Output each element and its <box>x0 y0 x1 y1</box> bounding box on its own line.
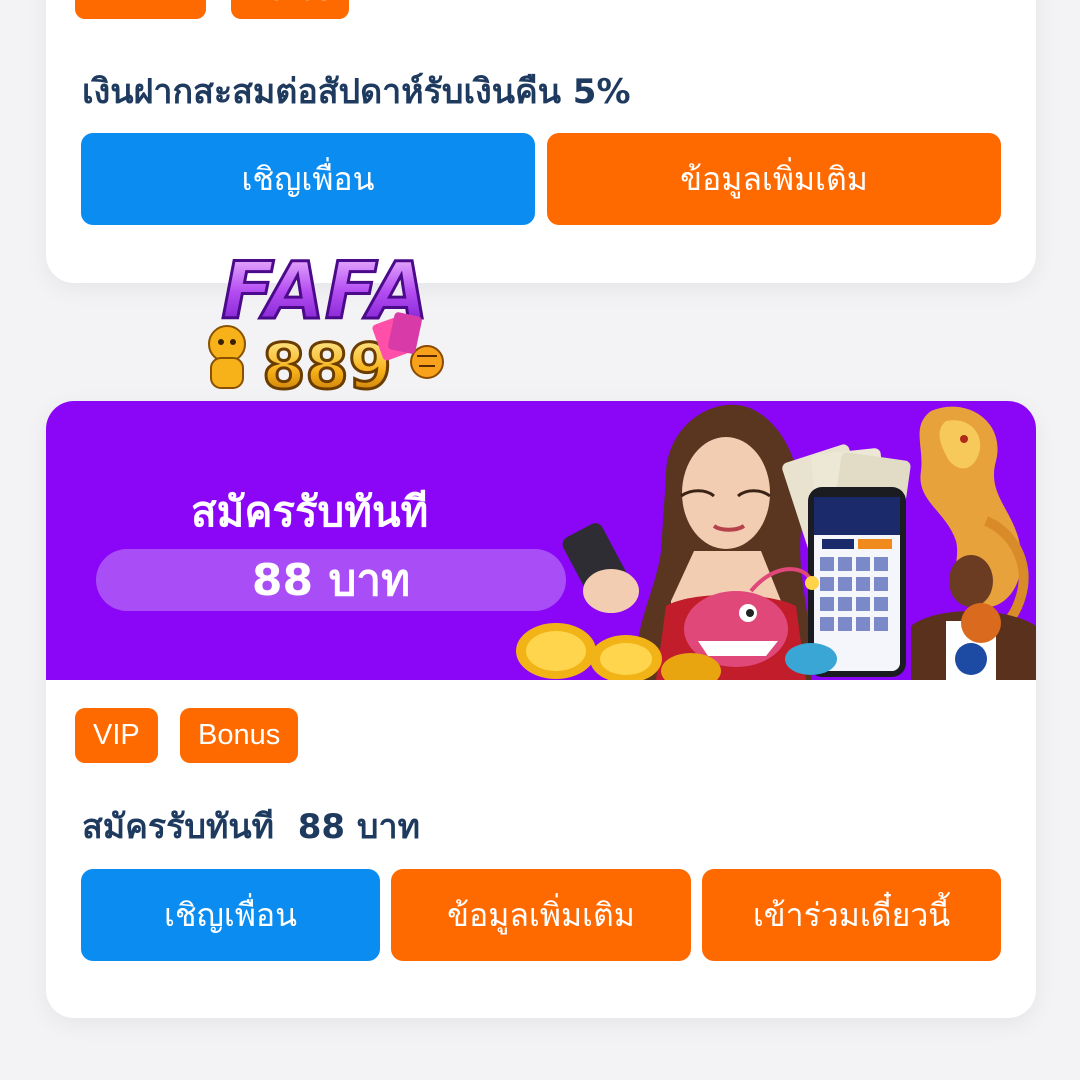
phone-in-hand-illustration <box>562 523 639 613</box>
invite-friend-button[interactable]: เชิญเพื่อน <box>81 133 535 225</box>
banner-amount: 88 บาท <box>251 555 411 606</box>
promo-banner[interactable]: สมัครรับทันที 88 บาท <box>46 401 1036 680</box>
invite-friend-button[interactable]: เชิญเพื่อน <box>81 869 380 961</box>
tiger-icon <box>410 345 444 379</box>
more-info-button[interactable]: ข้อมูลเพิ่มเติม <box>547 133 1001 225</box>
tag-bonus: Bonus <box>180 708 299 763</box>
promo-card-signup-bonus: สมัครรับทันที 88 บาท VIP Bonus สมัครรับท… <box>46 401 1036 1018</box>
logo-text-889: 889 <box>262 330 391 400</box>
join-now-button[interactable]: เข้าร่วมเดี๋ยวนี้ <box>702 869 1001 961</box>
fafa889-logo: FAFA 889 <box>208 246 444 400</box>
tag-deposit: เงินฝาก <box>75 0 206 19</box>
small-fish-illustration <box>785 643 837 675</box>
promo-title: เงินฝากสะสมต่อสัปดาห์รับเงินคืน 5% <box>82 72 631 112</box>
banner-headline: สมัครรับทันที <box>191 487 429 536</box>
lucky-cat-icon <box>208 325 246 389</box>
promo-title: สมัครรับทันที 88 บาท <box>82 807 420 847</box>
banner-illustration <box>516 404 1036 680</box>
banner-amount-pill: 88 บาท <box>96 549 566 611</box>
tag-bonus: Bonus <box>231 0 350 19</box>
tag-vip: VIP <box>75 708 158 763</box>
more-info-button[interactable]: ข้อมูลเพิ่มเติม <box>391 869 691 961</box>
